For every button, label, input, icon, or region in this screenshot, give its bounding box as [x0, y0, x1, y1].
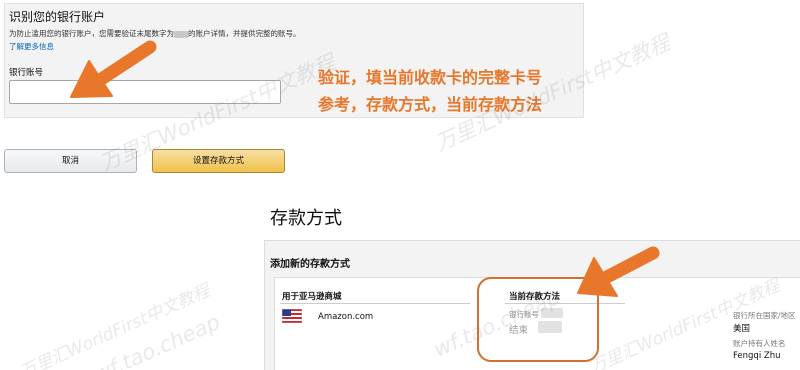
- annotation-line-2: 参考，存款方式，当前存款方法: [318, 95, 543, 114]
- marketplace-column-header: 用于亚马逊商城: [282, 292, 342, 302]
- bank-account-input[interactable]: [9, 80, 281, 104]
- watermark: 万里汇WorldFirst中文教程: [17, 280, 214, 370]
- set-deposit-method-button[interactable]: 设置存款方式: [152, 149, 285, 173]
- page: 识别您的银行账户 为防止滥用您的银行账户，您需要验证末尾数字为 的账户详情，并提供…: [0, 0, 800, 370]
- bank-country-label: 银行所在国家/地区: [733, 311, 796, 320]
- account-holder-value: Fengqi Zhu: [733, 351, 781, 361]
- bank-country-value: 美国: [733, 324, 751, 334]
- bank-account-label: 银行账号: [9, 68, 44, 78]
- watermark: wf.tao.cheap: [90, 309, 224, 370]
- verify-title: 识别您的银行账户: [9, 10, 106, 24]
- verify-description-end: 的账户详情，并提供完整的账号。: [188, 29, 301, 38]
- annotation-line-1: 验证，填当前收款卡的完整卡号: [318, 68, 543, 87]
- masked-digits: [174, 30, 188, 38]
- us-flag-icon: [282, 309, 302, 323]
- divider: [280, 303, 470, 304]
- cancel-button[interactable]: 取消: [4, 149, 137, 173]
- add-deposit-method-title: 添加新的存款方式: [270, 259, 350, 270]
- current-method-highlight: [477, 277, 599, 362]
- verify-description: 为防止滥用您的银行账户，您需要验证末尾数字为 的账户详情，并提供完整的账号。: [9, 28, 301, 39]
- deposit-methods-title: 存款方式: [270, 208, 342, 229]
- verify-description-start: 为防止滥用您的银行账户，您需要验证末尾数字为: [9, 29, 174, 38]
- account-holder-label: 账户持有人姓名: [733, 339, 786, 348]
- marketplace-name: Amazon.com: [318, 312, 374, 322]
- learn-more-link[interactable]: 了解更多信息: [9, 41, 54, 52]
